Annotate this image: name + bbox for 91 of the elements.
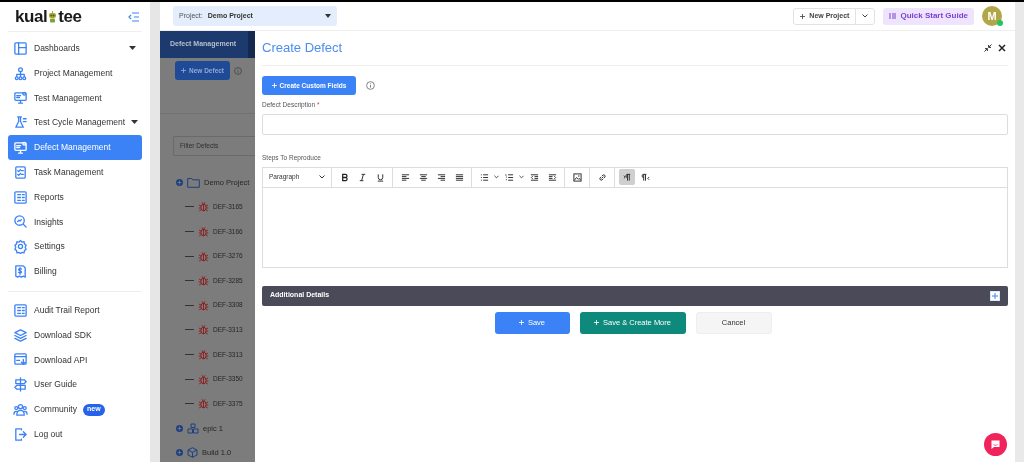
sidebar-item[interactable]: Reports bbox=[8, 184, 142, 210]
caret-down-icon bbox=[131, 120, 139, 126]
bug-icon bbox=[198, 398, 209, 410]
logo-text: tee bbox=[58, 8, 82, 25]
quick-start-button[interactable]: Quick Start Guide bbox=[883, 7, 974, 25]
sidebar-item[interactable]: Test Cycle Management bbox=[8, 110, 142, 136]
signpost-icon bbox=[13, 377, 28, 393]
chevron-down-icon[interactable] bbox=[519, 175, 524, 179]
folder-icon bbox=[187, 176, 200, 188]
sidebar-item[interactable]: Download API bbox=[8, 347, 142, 373]
flask-icon bbox=[13, 115, 28, 131]
bug-icon bbox=[198, 324, 209, 336]
sidebar-item[interactable]: User Guide bbox=[8, 372, 142, 398]
expand-dot-icon bbox=[176, 178, 183, 186]
plus-icon bbox=[271, 83, 277, 88]
sidebar-item[interactable]: Insights bbox=[8, 209, 142, 235]
bug-icon bbox=[198, 299, 209, 311]
dashboard-icon bbox=[13, 40, 28, 56]
bug-icon bbox=[198, 201, 209, 213]
modal-title: Create Defect bbox=[262, 39, 343, 58]
window-icon bbox=[13, 352, 28, 368]
chevron-down-icon[interactable] bbox=[494, 175, 499, 179]
plus-icon bbox=[181, 68, 186, 73]
align-right-icon bbox=[436, 172, 446, 182]
bug-icon bbox=[198, 373, 209, 385]
scrollbar-track[interactable] bbox=[150, 2, 160, 462]
expand-dot-icon bbox=[176, 424, 183, 432]
sidebar-item[interactable]: Download SDK bbox=[8, 322, 142, 348]
sidebar-item[interactable]: Project Management bbox=[8, 60, 142, 86]
paragraph-ltr-icon bbox=[622, 172, 632, 182]
sidebar-item[interactable]: Dashboards bbox=[8, 36, 142, 61]
chat-launcher-button[interactable] bbox=[984, 433, 1007, 456]
list-icon bbox=[889, 13, 897, 19]
checklist-icon bbox=[13, 164, 28, 180]
caret-down-icon bbox=[325, 14, 331, 18]
receipt-icon bbox=[13, 264, 28, 280]
scrollbar-track[interactable] bbox=[1015, 2, 1024, 462]
bug-icon bbox=[198, 348, 209, 360]
description-field[interactable] bbox=[262, 113, 1008, 135]
cube-icon bbox=[187, 447, 198, 459]
indent-icon bbox=[547, 172, 557, 182]
minimize-icon[interactable] bbox=[984, 44, 992, 52]
logo-text: kual bbox=[15, 8, 48, 25]
settings-icon bbox=[13, 239, 28, 255]
sitemap-icon bbox=[13, 65, 28, 81]
collapse-menu-icon[interactable] bbox=[128, 11, 140, 22]
sidebar-item[interactable]: Settings bbox=[8, 234, 142, 260]
toolbar-button[interactable] bbox=[619, 169, 635, 185]
underline-icon bbox=[375, 172, 385, 182]
expand-dot-icon bbox=[176, 449, 183, 457]
info-icon[interactable] bbox=[366, 81, 375, 90]
layers-icon bbox=[13, 327, 28, 343]
image-icon bbox=[572, 172, 582, 182]
sidebar-item[interactable]: Billing bbox=[8, 259, 142, 284]
chevron-down-icon bbox=[319, 175, 325, 179]
logout-icon bbox=[13, 426, 28, 442]
sidebar-item[interactable]: Defect Management bbox=[8, 135, 142, 160]
plus-icon bbox=[990, 290, 1000, 301]
justify-icon bbox=[454, 172, 464, 182]
report-icon bbox=[13, 189, 28, 205]
numbered-list-icon bbox=[504, 172, 514, 182]
bulleted-list-icon bbox=[479, 172, 489, 182]
outdent-icon bbox=[529, 172, 539, 182]
paragraph-rtl-icon bbox=[640, 172, 650, 182]
bug-icon bbox=[198, 275, 209, 287]
sidebar-item[interactable]: Audit Trail Report bbox=[8, 297, 142, 323]
robot-icon bbox=[48, 9, 58, 24]
sidebar-item[interactable]: Task Management bbox=[8, 160, 142, 185]
close-icon[interactable] bbox=[998, 44, 1006, 52]
chat-icon bbox=[990, 439, 1001, 450]
plus-icon bbox=[518, 320, 524, 325]
chevron-down-icon bbox=[862, 14, 869, 18]
search-chart-icon bbox=[13, 214, 28, 230]
bug-icon bbox=[198, 226, 209, 237]
align-left-icon bbox=[400, 172, 410, 182]
report-icon bbox=[13, 302, 28, 318]
monitor-icon bbox=[13, 90, 28, 106]
sidebar-item[interactable]: Log out bbox=[8, 421, 142, 447]
bug-icon bbox=[198, 250, 209, 262]
info-icon bbox=[234, 67, 243, 75]
cubes-icon bbox=[187, 422, 199, 434]
monitor-icon bbox=[13, 140, 28, 156]
italic-icon bbox=[357, 172, 367, 182]
sidebar-item[interactable]: Test Management bbox=[8, 85, 142, 111]
plus-icon bbox=[594, 320, 599, 325]
users-icon bbox=[13, 402, 28, 418]
link-icon bbox=[597, 172, 607, 182]
bold-icon bbox=[339, 172, 349, 182]
align-center-icon bbox=[418, 172, 428, 182]
caret-down-icon bbox=[129, 45, 136, 51]
plus-icon bbox=[800, 13, 806, 19]
